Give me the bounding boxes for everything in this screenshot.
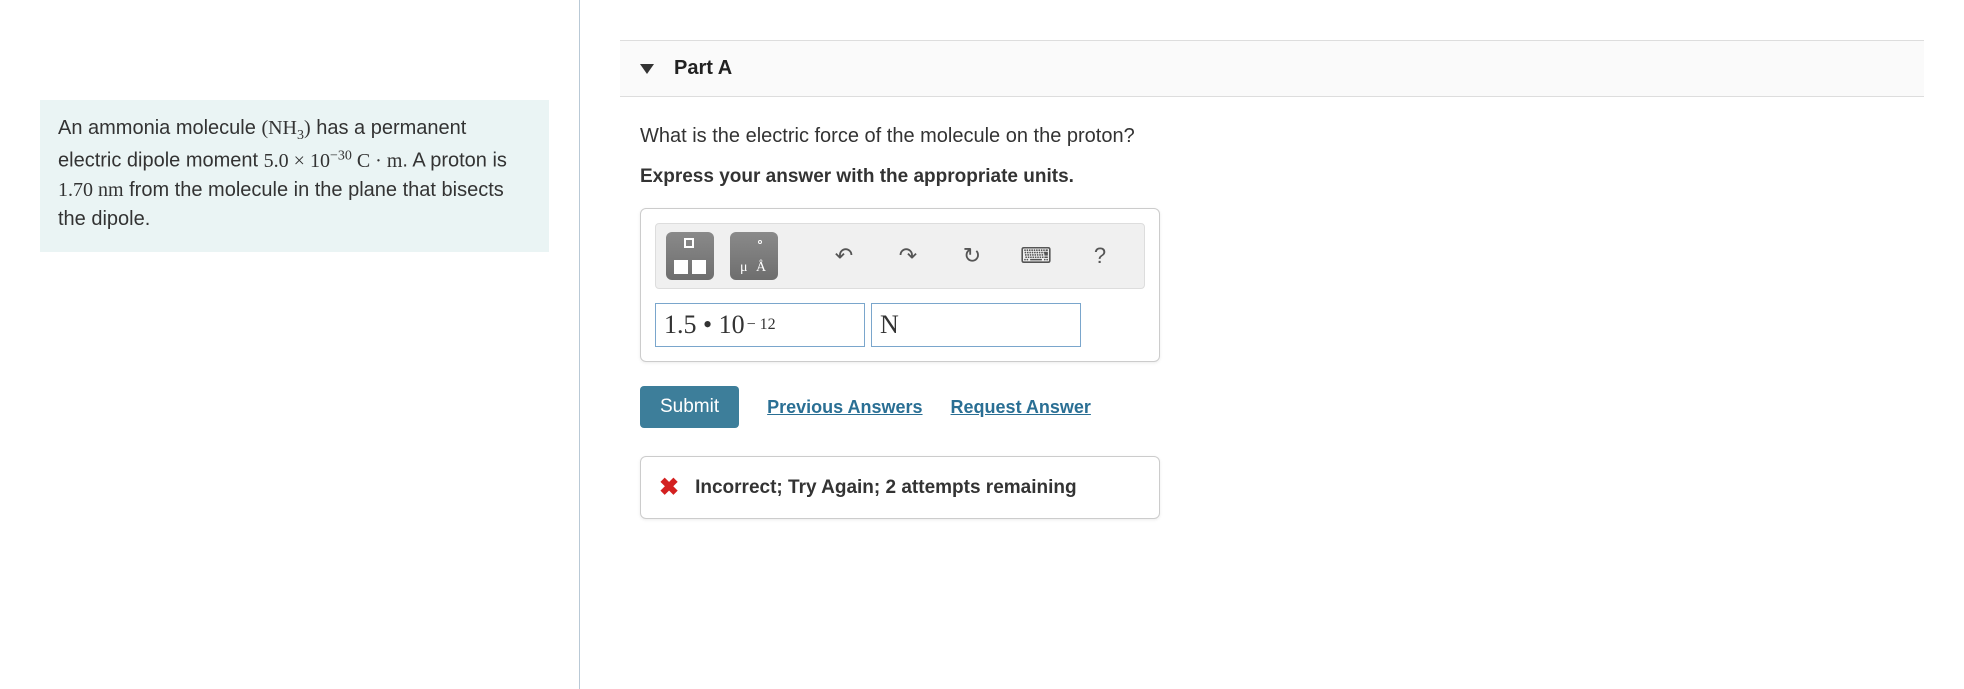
controls-row: Submit Previous Answers Request Answer [640, 386, 1904, 428]
instruction-text: Express your answer with the appropriate… [640, 166, 1904, 188]
problem-text-seg3: . A proton is [402, 150, 507, 172]
distance-value: 1.70 nm [58, 179, 124, 201]
part-body: What is the electric force of the molecu… [620, 97, 1924, 519]
help-button[interactable]: ? [1076, 232, 1124, 280]
undo-icon: ↶ [835, 243, 853, 269]
answer-box: μ Å ↶ ↷ ↻ ⌨ [640, 208, 1160, 362]
keyboard-button[interactable]: ⌨ [1012, 232, 1060, 280]
reset-button[interactable]: ↻ [948, 232, 996, 280]
equation-toolbar: μ Å ↶ ↷ ↻ ⌨ [655, 223, 1145, 289]
problem-text-seg1: An ammonia molecule [58, 117, 261, 139]
feedback-text: Incorrect; Try Again; 2 attempts remaini… [695, 477, 1077, 499]
reset-icon: ↻ [963, 243, 981, 269]
dipole-moment-value: 5.0 × 10−30 C · m [264, 150, 403, 172]
problem-text-seg4: from the molecule in the plane that bise… [58, 179, 504, 230]
formula-nh3: (NH3) [261, 117, 310, 139]
part-header[interactable]: Part A [620, 40, 1924, 97]
problem-statement: An ammonia molecule (NH3) has a permanen… [40, 100, 549, 252]
previous-answers-link[interactable]: Previous Answers [767, 397, 922, 418]
redo-button[interactable]: ↷ [884, 232, 932, 280]
part-label: Part A [674, 57, 732, 80]
submit-button[interactable]: Submit [640, 386, 739, 428]
answer-unit-text: N [880, 310, 899, 340]
template-fraction-button[interactable] [666, 232, 714, 280]
answer-value-exponent: − 12 [747, 316, 776, 334]
problem-pane: An ammonia molecule (NH3) has a permanen… [0, 0, 580, 689]
answer-pane: Part A What is the electric force of the… [580, 0, 1964, 689]
request-answer-link[interactable]: Request Answer [951, 397, 1091, 418]
question-text: What is the electric force of the molecu… [640, 125, 1904, 148]
answer-value-input[interactable]: 1.5 • 10− 12 [655, 303, 865, 347]
answer-unit-input[interactable]: N [871, 303, 1081, 347]
feedback-box: ✖ Incorrect; Try Again; 2 attempts remai… [640, 456, 1160, 519]
caret-down-icon [640, 64, 654, 74]
help-icon: ? [1094, 243, 1106, 269]
answer-inputs: 1.5 • 10− 12 N [655, 303, 1145, 347]
redo-icon: ↷ [899, 243, 917, 269]
incorrect-icon: ✖ [659, 473, 679, 502]
keyboard-icon: ⌨ [1020, 243, 1052, 269]
undo-button[interactable]: ↶ [820, 232, 868, 280]
units-picker-button[interactable]: μ Å [730, 232, 778, 280]
answer-value-mantissa: 1.5 • 10 [664, 310, 745, 340]
